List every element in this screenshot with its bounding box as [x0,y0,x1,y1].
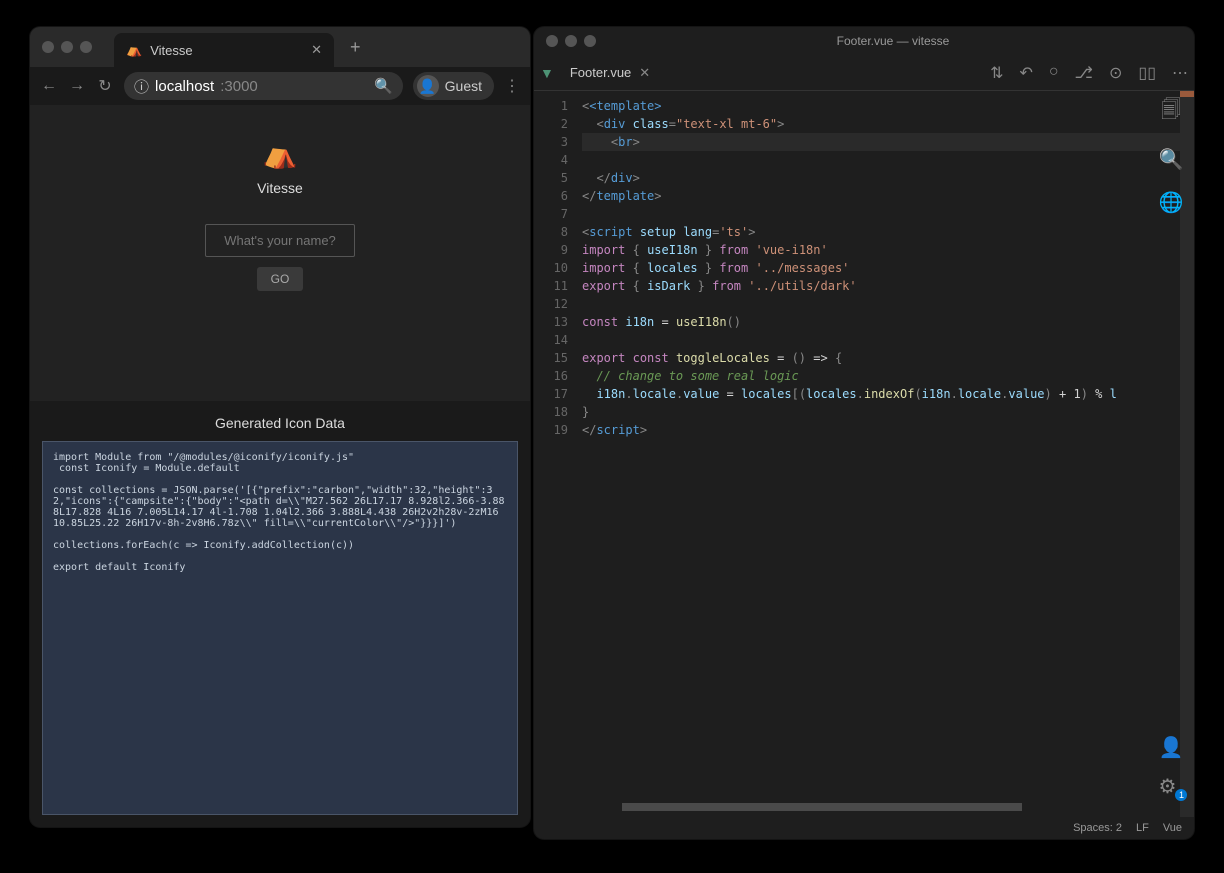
editor-actions: ⇅ ↶ ○ ⎇ ⊙ ▯▯ ⋯ [990,63,1188,83]
name-input[interactable] [205,224,355,257]
status-eol[interactable]: LF [1136,822,1149,834]
badge: 1 [1175,789,1187,801]
go-button[interactable]: GO [257,267,304,291]
undo-icon[interactable]: ↶ [1019,63,1032,83]
branch-icon[interactable]: ⎇ [1075,63,1093,83]
status-bar: Spaces: 2 LF Vue [534,817,1194,839]
more-icon[interactable]: ⋯ [1172,63,1188,83]
url-port: :3000 [220,78,258,95]
status-lang[interactable]: Vue [1163,822,1182,834]
maximize-window-icon[interactable] [584,35,596,47]
editor-titlebar: Footer.vue — vitesse [534,27,1194,55]
code-area[interactable]: <<template> <div class="text-xl mt-6"> <… [578,91,1180,817]
browser-window: ⛺ Vitesse ✕ + ← → ↻ ⓘ localhost :3000 🔍 👤… [30,27,530,827]
traffic-lights [546,35,596,47]
profile-chip[interactable]: 👤 Guest [413,72,494,100]
tent-icon: ⛺ [263,137,298,170]
avatar-icon: 👤 [417,75,439,97]
line-gutter: 12345678910111213141516171819 [534,91,578,817]
minimize-window-icon[interactable] [61,41,73,53]
generated-section: Generated Icon Data import Module from "… [30,401,530,827]
status-spaces[interactable]: Spaces: 2 [1073,822,1122,834]
gear-icon[interactable]: ⚙1 [1159,774,1184,799]
url-bar[interactable]: ⓘ localhost :3000 🔍 [124,72,403,100]
browser-toolbar: ← → ↻ ⓘ localhost :3000 🔍 👤 Guest ⋮ [30,67,530,105]
editor-body: 12345678910111213141516171819 <<template… [534,91,1194,817]
page-title: Vitesse [257,180,303,196]
compare-icon[interactable]: ⇅ [990,63,1003,83]
maximize-window-icon[interactable] [80,41,92,53]
page-content: ⛺ Vitesse GO [30,105,530,401]
close-tab-icon[interactable]: ✕ [639,65,650,81]
traffic-lights [42,41,92,53]
minimize-window-icon[interactable] [565,35,577,47]
zoom-icon[interactable]: 🔍 [374,77,393,95]
search-icon[interactable]: 🔍 [1159,147,1184,172]
editor-tab[interactable]: Footer.vue ✕ [560,59,660,87]
url-host: localhost [155,78,214,95]
profile-label: Guest [445,78,482,94]
remote-icon[interactable]: 🌐 [1159,190,1184,215]
account-icon[interactable]: 👤 [1159,735,1184,760]
close-tab-icon[interactable]: ✕ [311,42,322,58]
info-icon: ⓘ [134,76,149,97]
timer-icon[interactable]: ⊙ [1109,63,1122,83]
commit-icon[interactable]: ○ [1049,63,1059,83]
vue-icon: ▼ [540,65,554,81]
close-window-icon[interactable] [42,41,54,53]
generated-code[interactable]: import Module from "/@modules/@iconify/i… [42,441,518,815]
activity-bar: 🗐 🔍 🌐 👤 ⚙1 [1148,87,1194,809]
back-button[interactable]: ← [40,77,58,95]
new-tab-button[interactable]: + [350,37,361,58]
tent-icon: ⛺ [126,42,142,58]
editor-window: Footer.vue — vitesse ▼ Footer.vue ✕ ⇅ ↶ … [534,27,1194,839]
files-icon[interactable]: 🗐 [1161,95,1181,129]
tab-label: Footer.vue [570,65,631,80]
editor-tabs-bar: ▼ Footer.vue ✕ ⇅ ↶ ○ ⎇ ⊙ ▯▯ ⋯ [534,55,1194,91]
reload-button[interactable]: ↻ [96,76,114,96]
tab-title: Vitesse [150,43,192,58]
browser-titlebar: ⛺ Vitesse ✕ + [30,27,530,67]
more-menu-button[interactable]: ⋮ [504,76,520,96]
generated-title: Generated Icon Data [215,415,345,431]
forward-button[interactable]: → [68,77,86,95]
browser-tab[interactable]: ⛺ Vitesse ✕ [114,33,334,67]
editor-title: Footer.vue — vitesse [604,34,1182,48]
horizontal-scrollbar[interactable] [622,803,1134,811]
split-icon[interactable]: ▯▯ [1138,63,1156,83]
close-window-icon[interactable] [546,35,558,47]
